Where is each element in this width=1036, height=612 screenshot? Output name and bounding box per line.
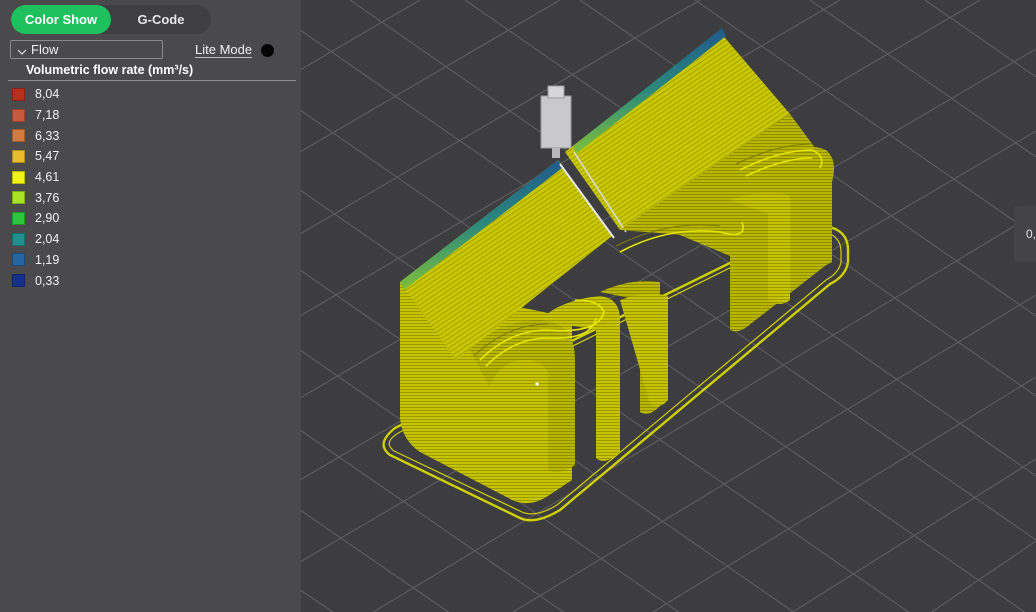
legend-item: 6,33 [12, 125, 59, 146]
legend-swatch [12, 232, 25, 246]
legend-value: 6,33 [35, 128, 60, 143]
legend-swatch [12, 87, 25, 101]
legend-value: 4,61 [35, 170, 60, 185]
legend-swatch [12, 149, 25, 163]
legend-swatch [12, 170, 25, 184]
layer-slider-readout[interactable]: 0, [1014, 206, 1036, 262]
view-tab-group: Color Show G-Code [11, 5, 211, 34]
legend-value: 2,04 [35, 232, 60, 247]
lite-mode-label: Lite Mode [195, 42, 253, 58]
legend-value: 5,47 [35, 149, 60, 164]
legend-swatch [12, 191, 25, 205]
view-type-selected: Flow [31, 42, 59, 57]
legend-item: 4,61 [12, 167, 59, 188]
legend-value: 1,19 [35, 252, 60, 267]
legend-swatch [12, 211, 25, 225]
legend-value: 7,18 [35, 108, 60, 123]
layer-readout-text: 0, [1026, 227, 1036, 241]
app-root: 0, Color Show G-Code Flow Lite Mode Volu… [0, 0, 1036, 612]
legend-item: 0,33 [12, 270, 59, 291]
legend-swatch [12, 253, 25, 267]
legend-title: Volumetric flow rate (mm³/s) [26, 63, 194, 77]
legend-swatch [12, 129, 25, 143]
lite-mode-toggle[interactable] [261, 44, 274, 57]
printed-model [400, 28, 834, 504]
legend-divider [8, 80, 296, 81]
legend-item: 2,90 [12, 208, 59, 229]
legend-item: 2,04 [12, 229, 59, 250]
tab-color-show[interactable]: Color Show [11, 5, 111, 34]
legend-swatch [12, 274, 25, 288]
chevron-down-icon [17, 42, 29, 59]
legend-swatch [12, 108, 25, 122]
legend-list: 8,04 7,18 6,33 5,47 4,61 3,76 2,90 2,04 … [12, 84, 59, 291]
legend-value: 0,33 [35, 273, 60, 288]
legend-panel: Color Show G-Code Flow Lite Mode Volumet… [0, 0, 301, 612]
legend-item: 3,76 [12, 187, 59, 208]
tab-g-code[interactable]: G-Code [111, 5, 211, 34]
view-type-dropdown[interactable]: Flow [10, 40, 163, 59]
legend-value: 2,90 [35, 211, 60, 226]
legend-item: 7,18 [12, 105, 59, 126]
toolhead-icon [540, 85, 572, 158]
legend-item: 8,04 [12, 84, 59, 105]
legend-value: 3,76 [35, 190, 60, 205]
legend-value: 8,04 [35, 87, 60, 102]
legend-item: 1,19 [12, 250, 59, 271]
legend-item: 5,47 [12, 146, 59, 167]
